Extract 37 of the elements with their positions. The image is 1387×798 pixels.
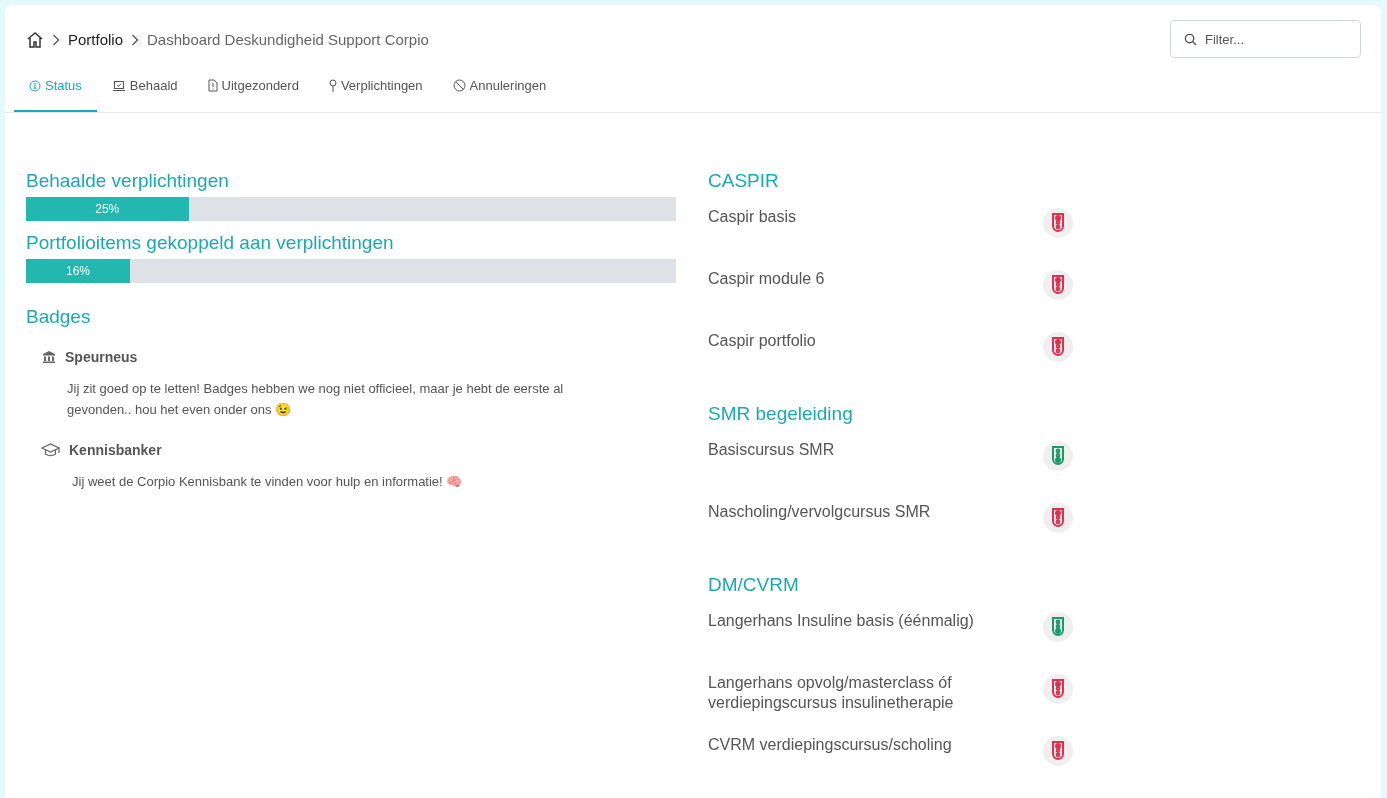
requirement-name: Nascholing/vervolgcursus SMR: [708, 501, 932, 522]
tab[interactable]: Annuleringen: [437, 72, 562, 112]
chevron-icon: [52, 34, 60, 47]
requirement-name: Langerhans Insuline basis (éénmalig): [708, 610, 975, 631]
section-heading: Behaalde verplichtingen: [26, 168, 230, 193]
graduation-cap-icon: [41, 443, 60, 457]
ban-icon: [452, 79, 466, 93]
progress-reading: 25%: [95, 200, 120, 218]
filter-field[interactable]: Filter...: [1170, 20, 1361, 58]
requirement-name: Basiscursus SMR: [708, 439, 836, 460]
pin-icon: [328, 79, 337, 93]
chevron-icon: [131, 34, 140, 47]
requirement-name: Caspir basis: [708, 206, 798, 227]
requirement-name: CVRM verdiepingscursus/scholing: [708, 734, 953, 755]
requirement-name: Caspir module 6: [708, 268, 826, 289]
section-heading: Badges: [26, 304, 92, 329]
section-heading: Portfolioitems gekoppeld aan verplichtingen: [26, 230, 395, 255]
file-icon: [207, 79, 218, 93]
badge-name: Kennisbanker: [69, 440, 162, 460]
tab[interactable]: Behaald: [96, 72, 193, 112]
badge-name: Speurneus: [65, 347, 138, 367]
search-icon: [1184, 33, 1197, 46]
badge-description: Jij weet de Corpio Kennisbank te vinden voor hulp en informatie! 🧠: [71, 472, 464, 491]
breadcrumb-link[interactable]: Portfolio: [68, 29, 124, 52]
building-icon: [42, 350, 56, 364]
home-icon[interactable]: [26, 31, 44, 50]
progress-reading: 16%: [66, 262, 90, 280]
tab[interactable]: Verplichtingen: [313, 72, 438, 112]
laptop-icon: [111, 79, 126, 92]
badge-description: Jij zit goed op te letten! Badges hebben we nog niet officieel, maar je hebt de eerste al gevonden.. hou het even onder ons 😉: [66, 379, 565, 419]
tab[interactable]: Uitgezonderd: [192, 72, 314, 112]
requirement-name: Langerhans opvolg/masterclass óf verdiepingscursus insulinetherapie: [708, 672, 955, 713]
breadcrumb-current: Dashboard Deskundigheid Support Corpio: [147, 30, 429, 50]
section-heading: DM/CVRM: [708, 572, 800, 597]
section-heading: CASPIR: [708, 168, 780, 193]
section-heading: SMR begeleiding: [708, 401, 854, 426]
requirement-name: Caspir portfolio: [708, 330, 817, 351]
